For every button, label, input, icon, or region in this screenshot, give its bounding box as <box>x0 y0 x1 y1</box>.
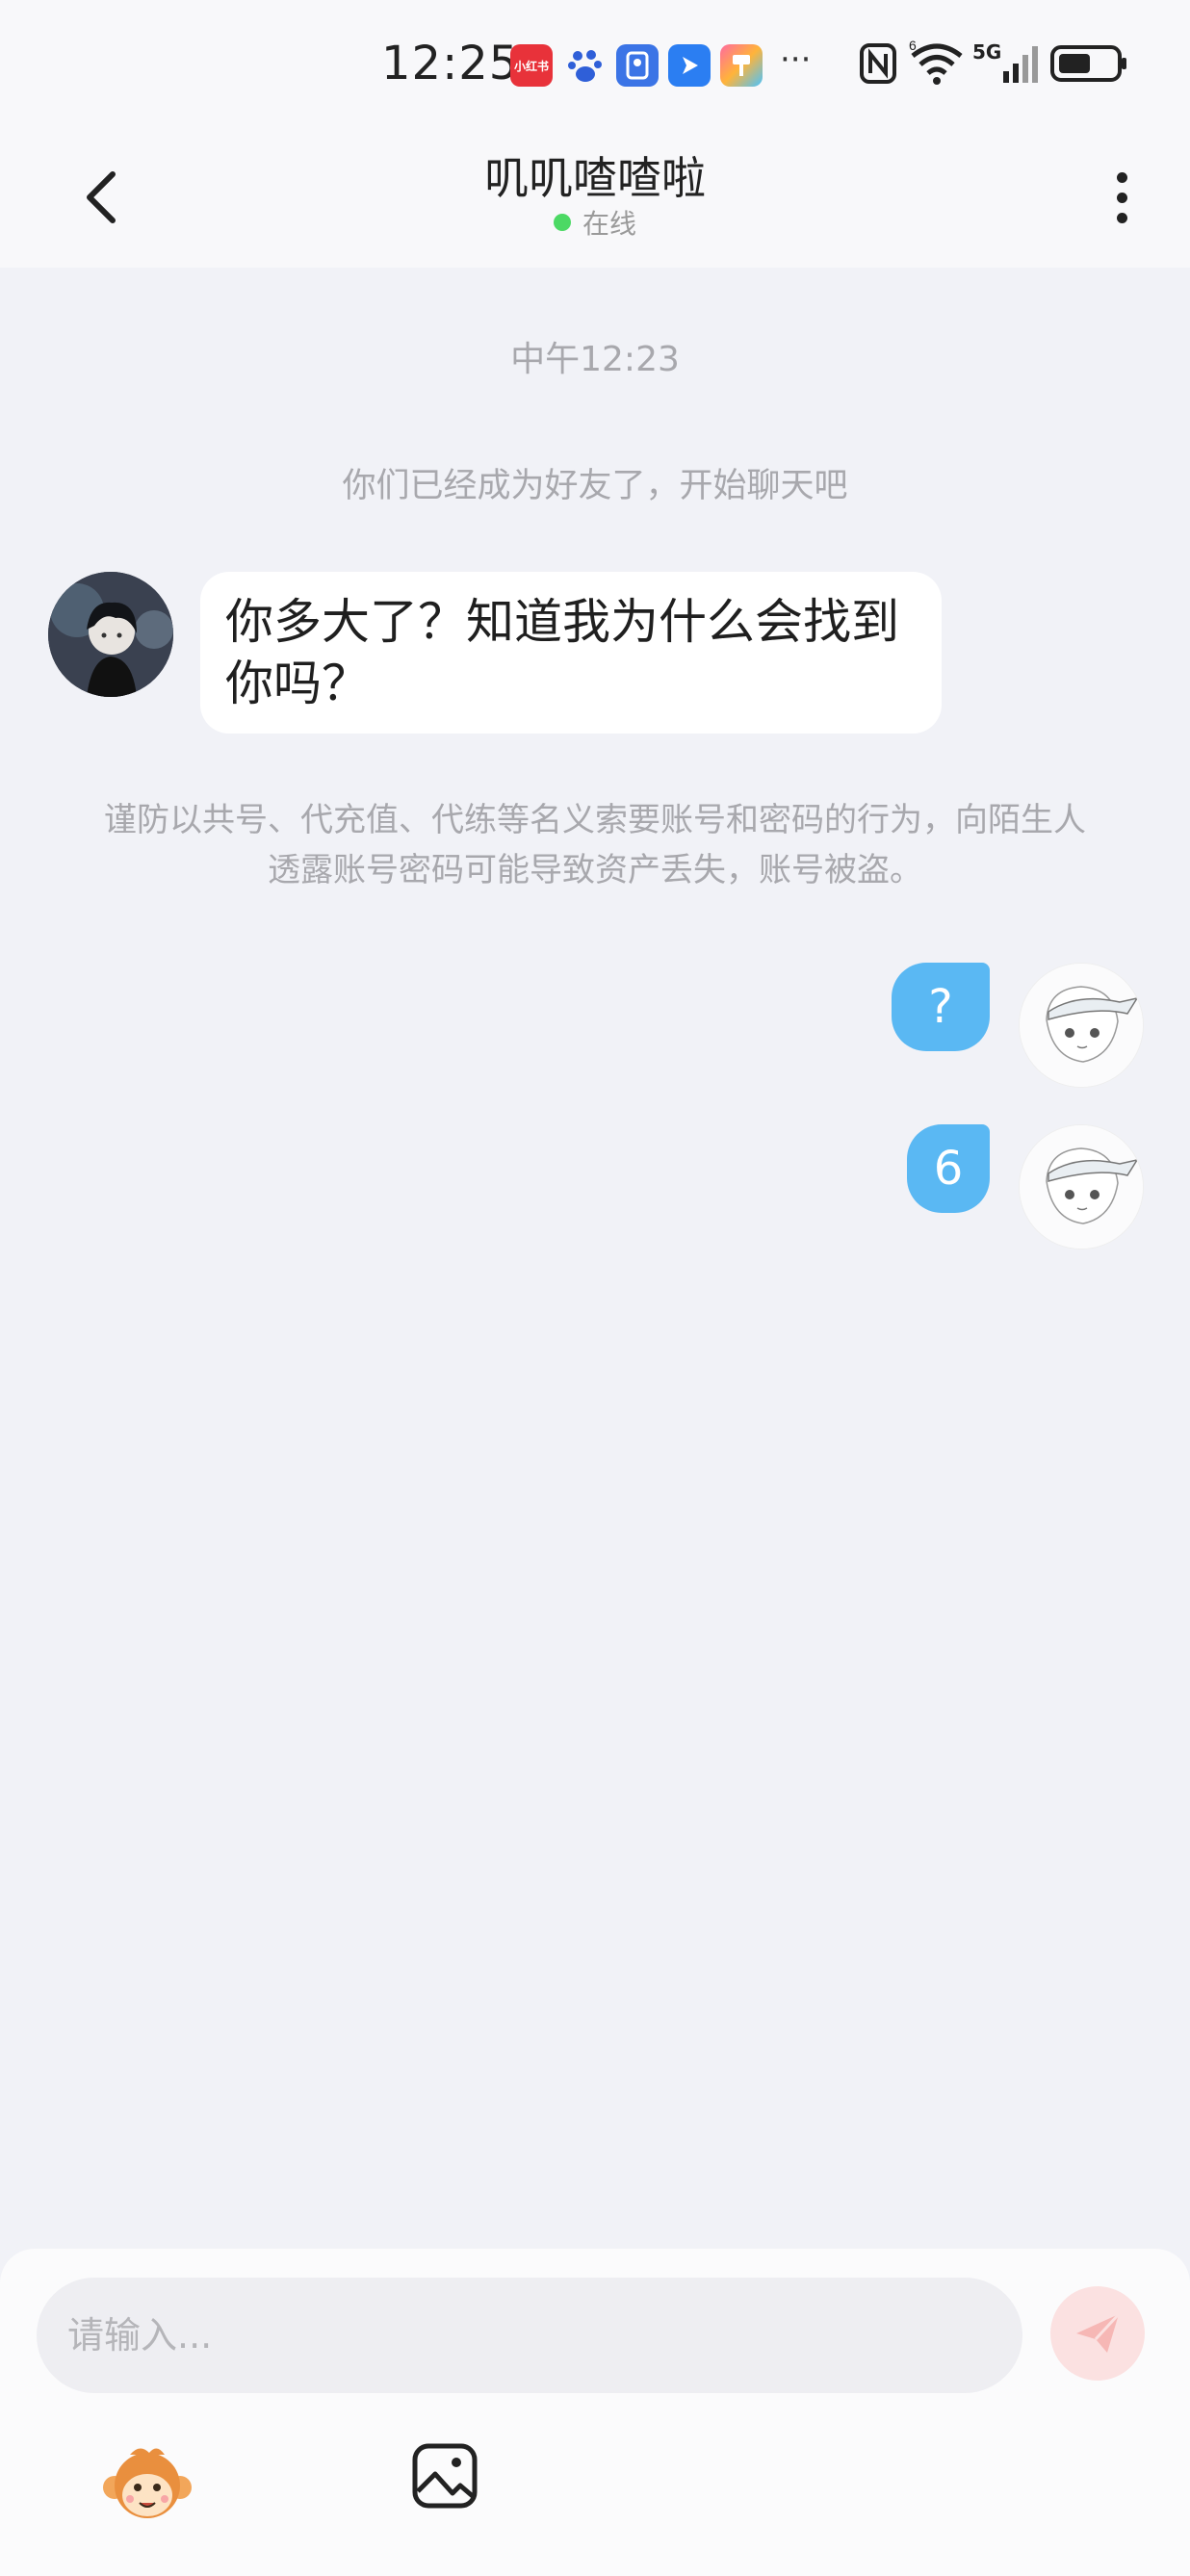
online-dot <box>553 214 571 231</box>
system-note: 你们已经成为好友了，开始聊天吧 <box>342 467 848 505</box>
chat-header: 叽叽喳喳啦 在线 <box>0 130 1190 268</box>
status-more-icon: ··· <box>780 40 812 79</box>
incoming-message-bubble[interactable]: 你多大了？知道我为什么会找到你吗？ <box>200 572 942 734</box>
battery-icon <box>1049 39 1128 89</box>
image-icon <box>412 2443 478 2509</box>
image-button[interactable] <box>410 2441 479 2518</box>
baidu-icon <box>564 44 607 87</box>
incoming-message-text: 你多大了？知道我为什么会找到你吗？ <box>225 594 899 711</box>
more-dot <box>1116 192 1127 203</box>
cellular-signal-icon: 5G <box>972 39 1042 89</box>
send-button[interactable] <box>1050 2286 1145 2381</box>
contact-avatar[interactable] <box>48 572 173 697</box>
status-time: 12:25 <box>381 37 520 90</box>
monkey-emoji-icon <box>103 2448 192 2518</box>
more-options-button[interactable] <box>1098 159 1146 236</box>
contact-name: 叽叽喳喳啦 <box>484 152 706 204</box>
emoji-button[interactable] <box>101 2437 194 2530</box>
message-composer <box>0 2249 1190 2576</box>
message-input[interactable] <box>37 2278 1022 2393</box>
outgoing-message-text: ? <box>928 980 953 1034</box>
xiaohongshu-label: 小红书 <box>513 59 549 73</box>
more-dot <box>1116 212 1127 223</box>
app-icon-blue <box>616 44 659 87</box>
status-bar: 12:25 小红书 ··· 6 5G <box>0 0 1190 130</box>
message-timestamp: 中午12:23 <box>510 340 680 379</box>
xiaohongshu-icon: 小红书 <box>510 44 553 87</box>
outgoing-message-text: 6 <box>933 1142 964 1196</box>
app-icon-arrow <box>668 44 711 87</box>
online-status: 在线 <box>0 203 1190 242</box>
outgoing-message-bubble[interactable]: 6 <box>907 1124 990 1213</box>
security-warning: 谨防以共号、代充值、代练等名义索要账号和密码的行为，向陌生人透露账号密码可能导致… <box>104 801 1086 889</box>
online-status-label: 在线 <box>582 208 636 240</box>
user-avatar[interactable] <box>1019 1124 1144 1249</box>
nfc-icon <box>859 39 897 89</box>
app-icon-colorful <box>720 44 763 87</box>
wifi-icon: 6 <box>909 39 965 89</box>
outgoing-message-bubble[interactable]: ? <box>892 963 990 1051</box>
svg-text:6: 6 <box>909 40 917 53</box>
user-avatar[interactable] <box>1019 963 1144 1088</box>
signal-label: 5G <box>972 40 1002 64</box>
more-dot <box>1116 171 1127 183</box>
send-icon <box>1076 2312 1121 2353</box>
